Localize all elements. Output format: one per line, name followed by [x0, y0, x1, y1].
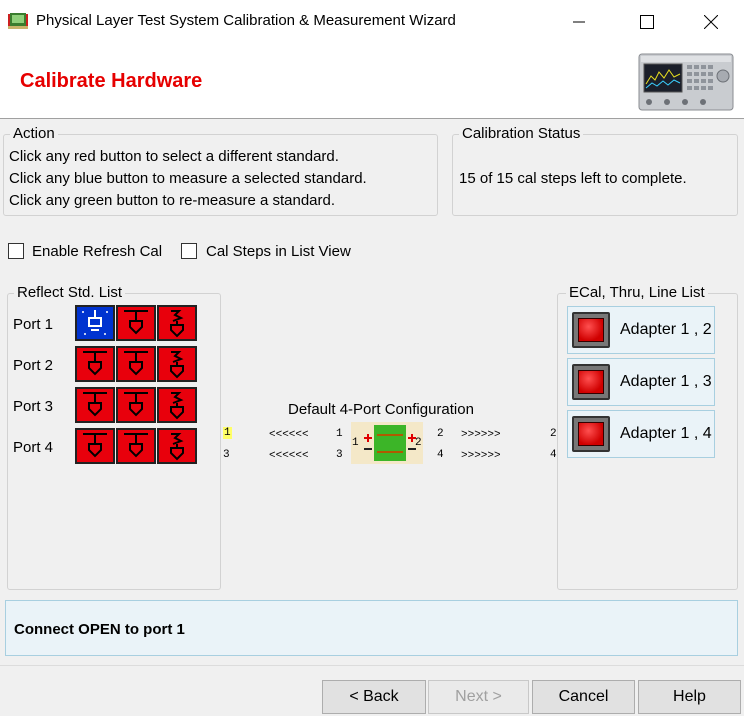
wizard-header: Calibrate Hardware	[0, 44, 744, 119]
config-arrows-left-1: <<<<<<	[269, 429, 309, 441]
action-line-1: Click any red button to select a differe…	[9, 148, 339, 165]
open-standard-icon	[82, 310, 108, 335]
port-4-load-standard-button[interactable]	[157, 428, 197, 464]
adapter-1-2-button[interactable]: Adapter 1 , 2	[567, 306, 715, 354]
load-standard-icon	[170, 433, 184, 461]
config-right-port-2: 2	[550, 428, 557, 440]
port-2-label: Port 2	[13, 357, 54, 374]
enable-refresh-cal-label: Enable Refresh Cal	[32, 243, 163, 260]
next-button[interactable]: Next >	[428, 680, 529, 714]
calibration-status-legend: Calibration Status	[459, 125, 584, 142]
adapter-1-3-button[interactable]: Adapter 1 , 3	[567, 358, 715, 406]
back-button[interactable]: < Back	[322, 680, 426, 714]
adapter-1-4-label: Adapter 1 , 4	[620, 425, 712, 442]
port-4-short-standard-button-2[interactable]	[116, 428, 156, 464]
config-arrows-right-1: >>>>>>	[461, 429, 501, 441]
configuration-title: Default 4-Port Configuration	[288, 401, 474, 418]
port-2-short-standard-button-2[interactable]	[116, 346, 156, 382]
app-icon	[8, 13, 28, 29]
port-4-short-standard-button[interactable]	[75, 428, 115, 464]
close-icon	[704, 15, 718, 29]
port-2-load-standard-button[interactable]	[157, 346, 197, 382]
action-line-3: Click any green button to re-measure a s…	[9, 192, 336, 209]
page-title: Calibrate Hardware	[20, 70, 203, 92]
config-left-port-1: 1	[223, 427, 232, 439]
short-standard-icon	[124, 392, 148, 417]
close-button[interactable]	[688, 4, 734, 40]
minimize-icon	[573, 21, 585, 23]
cancel-button[interactable]: Cancel	[532, 680, 635, 714]
config-arrows-left-2: <<<<<<	[269, 450, 309, 462]
thru-red-icon	[572, 364, 610, 400]
reflect-std-list-legend: Reflect Std. List	[14, 284, 126, 301]
load-standard-icon	[170, 351, 184, 379]
status-message-box: Connect OPEN to port 1	[5, 600, 738, 656]
cal-steps-list-view-label: Cal Steps in List View	[206, 243, 351, 260]
config-arrows-right-2: >>>>>>	[461, 450, 501, 462]
config-near-right-4: 4	[437, 449, 444, 461]
short-standard-icon	[83, 351, 107, 376]
action-legend: Action	[10, 125, 58, 142]
config-near-left-1: 1	[336, 428, 343, 440]
short-standard-icon	[124, 433, 148, 458]
fixture-diagram: 1 2	[351, 422, 423, 464]
load-standard-icon	[170, 310, 184, 338]
action-line-2: Click any blue button to measure a selec…	[9, 170, 367, 187]
footer-divider	[0, 665, 744, 666]
config-left-port-3: 3	[223, 449, 230, 461]
config-near-right-2: 2	[437, 428, 444, 440]
thru-red-icon	[572, 312, 610, 348]
port-1-open-standard-button[interactable]	[75, 305, 115, 341]
port-1-load-standard-button[interactable]	[157, 305, 197, 341]
short-standard-icon	[83, 433, 107, 458]
port-4-label: Port 4	[13, 439, 54, 456]
cal-steps-list-view-checkbox[interactable]	[181, 243, 197, 259]
short-standard-icon	[124, 351, 148, 376]
port-3-short-standard-button[interactable]	[75, 387, 115, 423]
load-standard-icon	[170, 392, 184, 420]
maximize-icon	[640, 15, 654, 29]
port-3-short-standard-button-2[interactable]	[116, 387, 156, 423]
fixture-icon	[364, 425, 416, 461]
config-right-port-4: 4	[550, 449, 557, 461]
port-3-label: Port 3	[13, 398, 54, 415]
maximize-button[interactable]	[624, 4, 670, 40]
adapter-1-4-button[interactable]: Adapter 1 , 4	[567, 410, 715, 458]
port-1-short-standard-button[interactable]	[116, 305, 156, 341]
adapter-1-2-label: Adapter 1 , 2	[620, 321, 712, 338]
minimize-button[interactable]	[556, 4, 602, 40]
calibration-status-text: 15 of 15 cal steps left to complete.	[459, 170, 687, 187]
config-near-left-3: 3	[336, 449, 343, 461]
adapter-1-3-label: Adapter 1 , 3	[620, 373, 712, 390]
short-standard-icon	[124, 310, 148, 335]
thru-red-icon	[572, 416, 610, 452]
thru-list-legend: ECal, Thru, Line List	[566, 284, 708, 301]
status-message: Connect OPEN to port 1	[14, 621, 185, 638]
short-standard-icon	[83, 392, 107, 417]
help-button[interactable]: Help	[638, 680, 741, 714]
network-analyzer-icon	[638, 53, 734, 111]
window-title: Physical Layer Test System Calibration &…	[36, 12, 456, 29]
port-2-short-standard-button[interactable]	[75, 346, 115, 382]
port-3-load-standard-button[interactable]	[157, 387, 197, 423]
port-1-label: Port 1	[13, 316, 54, 333]
enable-refresh-cal-checkbox[interactable]	[8, 243, 24, 259]
